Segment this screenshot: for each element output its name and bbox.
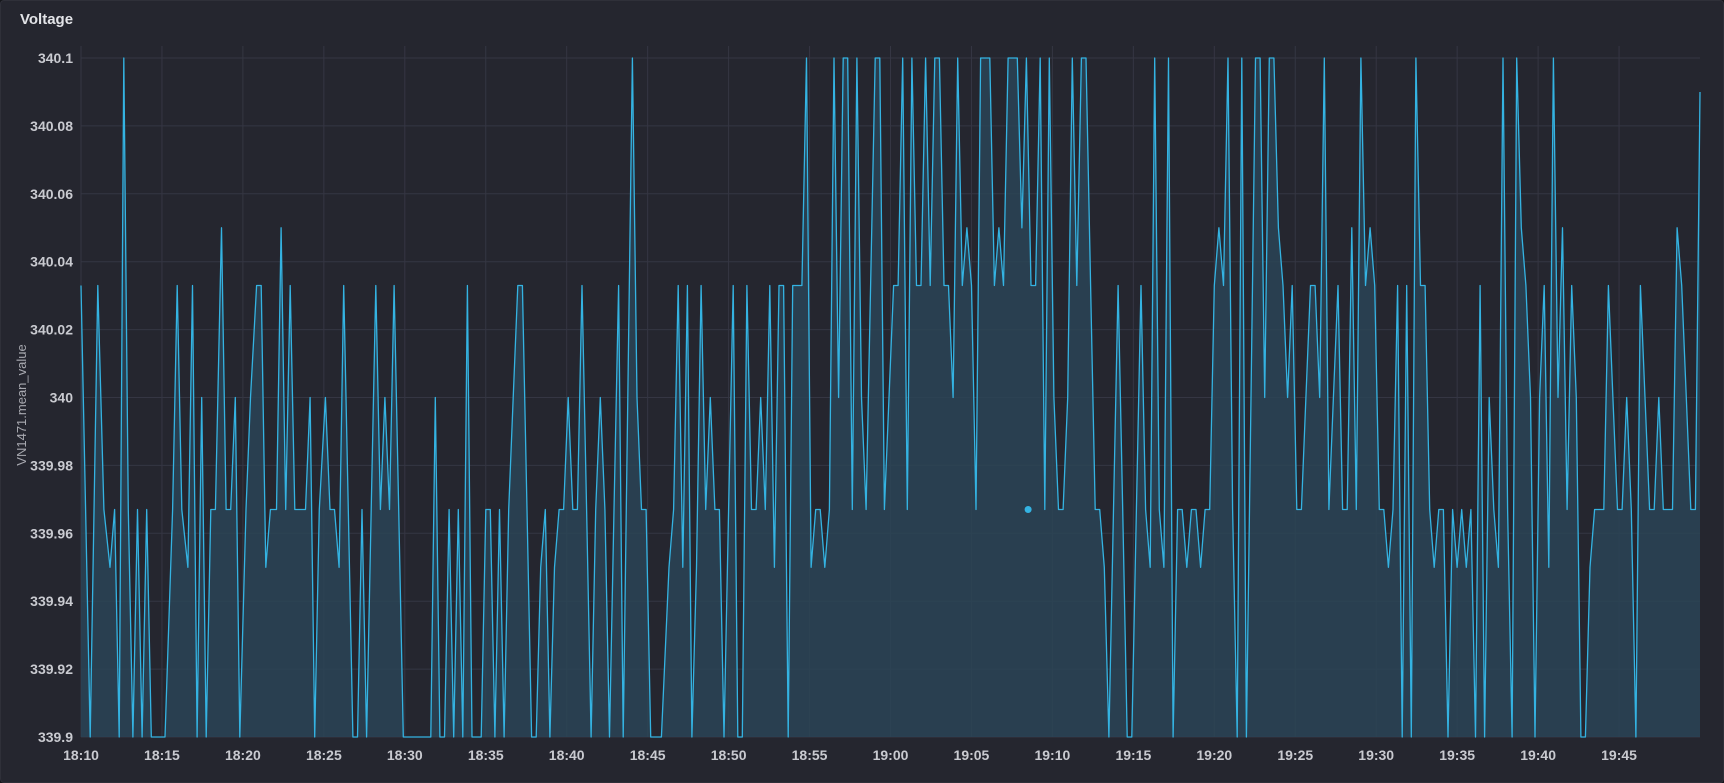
y-tick-label: 339.96 [30, 525, 73, 541]
y-tick-label: 339.98 [30, 457, 73, 473]
y-axis-label: VN1471.mean_value [14, 344, 29, 465]
x-tick-label: 19:15 [1115, 747, 1151, 763]
y-tick-label: 340.1 [38, 50, 73, 66]
x-tick-label: 18:50 [711, 747, 747, 763]
y-tick-label: 340 [50, 390, 74, 406]
x-tick-label: 18:10 [63, 747, 99, 763]
y-tick-label: 340.06 [30, 186, 73, 202]
x-tick-label: 18:15 [144, 747, 180, 763]
y-tick-label: 340.08 [30, 118, 73, 134]
x-tick-label: 18:45 [630, 747, 666, 763]
x-tick-label: 19:45 [1601, 747, 1637, 763]
y-tick-label: 339.92 [30, 661, 73, 677]
x-tick-label: 19:10 [1034, 747, 1070, 763]
hover-point[interactable] [1024, 506, 1032, 514]
y-tick-label: 340.02 [30, 322, 73, 338]
hover-marker-group [1024, 506, 1032, 514]
x-tick-label: 19:00 [873, 747, 909, 763]
x-tick-label: 18:55 [792, 747, 828, 763]
y-axis-ticks: 339.9 339.92 339.94 339.96 339.98 340 340.02 34… [30, 50, 73, 745]
x-tick-label: 18:20 [225, 747, 261, 763]
x-tick-label: 18:30 [387, 747, 423, 763]
voltage-chart[interactable]: 339.9 339.92 339.94 339.96 339.98 340 340.02 34… [0, 0, 1724, 783]
x-tick-label: 18:25 [306, 747, 342, 763]
x-tick-label: 19:40 [1520, 747, 1556, 763]
x-tick-label: 19:20 [1196, 747, 1232, 763]
x-tick-label: 18:35 [468, 747, 504, 763]
y-tick-label: 339.94 [30, 593, 73, 609]
x-axis-ticks: 18:10 18:15 18:20 18:25 18:30 18:35 18:40 18:45… [63, 747, 1637, 763]
x-tick-label: 19:05 [954, 747, 990, 763]
x-tick-label: 18:40 [549, 747, 585, 763]
y-tick-label: 339.9 [38, 729, 73, 745]
y-tick-label: 340.04 [30, 254, 73, 270]
x-tick-label: 19:25 [1277, 747, 1313, 763]
x-tick-label: 19:35 [1439, 747, 1475, 763]
x-tick-label: 19:30 [1358, 747, 1394, 763]
